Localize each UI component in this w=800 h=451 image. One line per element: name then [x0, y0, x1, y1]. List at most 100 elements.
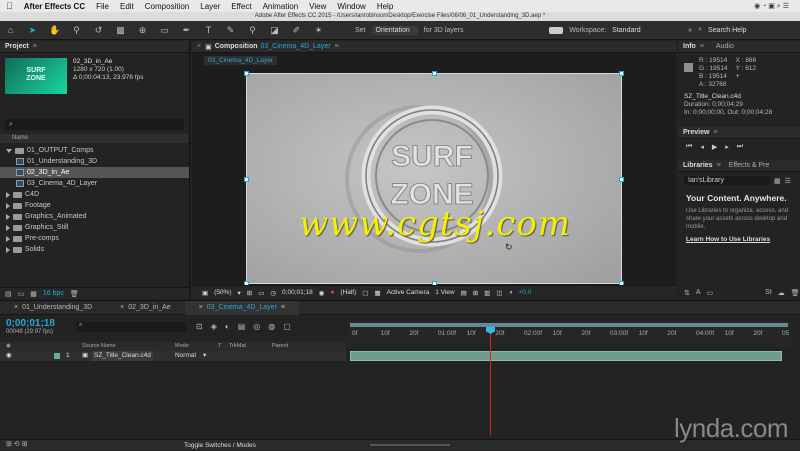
color-channel-icon[interactable]: ● [330, 289, 334, 296]
col-t[interactable]: T [218, 342, 221, 351]
folder-item[interactable]: Pre-comps [0, 233, 189, 244]
folder-item[interactable]: Footage [0, 200, 189, 211]
new-folder-icon[interactable]: ▭ [18, 290, 25, 298]
pen-tool-icon[interactable]: ✒ [181, 25, 192, 36]
playhead-line[interactable] [490, 329, 491, 435]
disclosure-closed-icon[interactable] [6, 191, 10, 198]
draft-3d-icon[interactable]: ◈ [211, 322, 217, 331]
panel-menu-icon[interactable]: ≡ [281, 304, 285, 311]
tab-libraries[interactable]: Libraries [683, 162, 713, 169]
disclosure-closed-icon[interactable] [6, 235, 10, 242]
col-name[interactable]: Name [12, 135, 28, 141]
col-source-name[interactable]: Source Name [82, 342, 116, 351]
list-view-icon[interactable]: ☰ [785, 177, 791, 185]
clone-tool-icon[interactable]: ⚲ [247, 25, 258, 36]
disclosure-open-icon[interactable] [6, 148, 12, 153]
disclosure-closed-icon[interactable] [6, 213, 10, 220]
orientation-dropdown[interactable]: Orientation [371, 25, 418, 35]
panel-menu-icon[interactable]: ≡ [713, 129, 717, 136]
close-icon[interactable]: × [120, 304, 124, 311]
handle-ml[interactable] [244, 177, 249, 182]
menu-animation[interactable]: Animation [263, 2, 299, 11]
exposure-value[interactable]: +0.0 [518, 289, 531, 296]
comp-item[interactable]: 03_Cinema_4D_Layer [0, 178, 189, 189]
footer-icons[interactable]: ⊞ ⟲ ⊞ [6, 440, 28, 448]
tab-info[interactable]: Info [683, 43, 696, 50]
grid-view-icon[interactable]: ▦ [774, 177, 781, 185]
folder-item[interactable]: C4D [0, 189, 189, 200]
time-ruler[interactable]: 0f 10f 20f 01:00f 10f 20f 02:00f 10f 20f 03:00f 10… [348, 321, 792, 347]
menu-view[interactable]: View [309, 2, 326, 11]
visibility-eye-icon[interactable]: ◉ [6, 351, 12, 361]
camera-icon[interactable]: ◉ [319, 289, 325, 297]
bpc-toggle[interactable]: 16 bpc [43, 290, 64, 297]
zoom-dropdown[interactable]: (50%) [214, 289, 231, 296]
comp-timecode[interactable]: 0;00;01;18 [282, 289, 313, 296]
layer-mode-dropdown[interactable]: Normal [175, 351, 196, 361]
layer-name[interactable]: SZ_Title_Clean.c4d [92, 351, 153, 361]
col-parent[interactable]: Parent [272, 342, 288, 351]
panel-menu-icon[interactable]: ≡ [33, 43, 37, 50]
close-icon[interactable]: × [197, 43, 201, 50]
eraser-tool-icon[interactable]: ◪ [269, 25, 280, 36]
tab-audio[interactable]: Audio [716, 43, 734, 50]
library-dropdown[interactable]: Ian'sLibrary [684, 176, 770, 185]
camera-dropdown[interactable]: Active Camera [387, 289, 430, 296]
interpret-footage-icon[interactable]: ▤ [5, 290, 12, 298]
col-trkmat[interactable]: TrkMat [229, 342, 246, 351]
apple-icon[interactable]:  [6, 1, 13, 11]
pan-behind-icon[interactable]: ⊕ [137, 25, 148, 36]
add-content-icon[interactable]: ⇅ [684, 289, 690, 297]
resolution-dropdown[interactable]: (Half) [340, 289, 356, 296]
rotate-tool-icon[interactable]: ↺ [93, 25, 104, 36]
search-help-icon[interactable]: ⌕ [698, 26, 702, 34]
work-area-bar[interactable] [350, 323, 788, 327]
cloud-icon[interactable]: ☁ [778, 289, 785, 297]
comp-item[interactable]: 01_Understanding_3D [0, 156, 189, 167]
transparency-grid-icon[interactable]: ▦ [374, 289, 380, 297]
layer-icon[interactable]: ▭ [707, 289, 714, 297]
folder-item[interactable]: Graphics_Animated [0, 211, 189, 222]
disclosure-closed-icon[interactable] [6, 246, 10, 253]
tab-02-3d-in-ae[interactable]: × 02_3D_in_Ae [106, 304, 185, 311]
snapshot-icon[interactable]: ◷ [270, 289, 276, 297]
tab-03-cinema-4d[interactable]: × 03_Cinema_4D_Layer ≡ [184, 300, 299, 315]
zoom-tool-icon[interactable]: ⚲ [71, 25, 82, 36]
roi-icon[interactable]: ▢ [362, 289, 368, 297]
home-icon[interactable]: ⌂ [5, 25, 16, 36]
text-icon[interactable]: A [696, 289, 701, 297]
menu-layer[interactable]: Layer [200, 2, 220, 11]
first-frame-icon[interactable]: ⏮ [686, 143, 692, 151]
zoom-slider[interactable] [370, 444, 450, 446]
comp-name[interactable]: 03_Cinema_4D_Layer [261, 43, 331, 50]
learn-libraries-link[interactable]: Learn How to Use Libraries [686, 236, 792, 243]
preview-title[interactable]: Preview [683, 129, 709, 136]
menu-help[interactable]: Help [377, 2, 393, 11]
table-row[interactable]: ◉ 1 ▣ SZ_Title_Clean.c4d Normal ▾ [0, 351, 346, 361]
project-search-input[interactable]: ⌕ [5, 119, 184, 130]
prev-frame-icon[interactable]: ◂ [700, 143, 704, 151]
comp-mini-flowchart-icon[interactable]: ⊡ [196, 322, 203, 331]
timeline-search-input[interactable]: ⌕ [76, 322, 186, 332]
app-menu[interactable]: After Effects CC [24, 2, 85, 11]
disclosure-closed-icon[interactable] [6, 202, 10, 209]
panel-menu-icon[interactable]: ≡ [717, 162, 721, 169]
graph-editor-icon[interactable]: ◍ [268, 322, 275, 331]
comp-viewer-tab[interactable]: 03_Cinema_4D_Layer [204, 56, 278, 65]
workspace-toggle-icon[interactable] [549, 26, 564, 34]
menu-window[interactable]: Window [337, 2, 365, 11]
panel-menu-icon[interactable]: ≡ [700, 43, 704, 50]
close-icon[interactable]: × [14, 304, 18, 311]
col-mode[interactable]: Mode [175, 342, 189, 351]
grid-icon[interactable]: ⊞ [247, 289, 252, 297]
close-icon[interactable]: × [199, 304, 203, 311]
search-help-field[interactable]: Search Help [708, 27, 800, 34]
label-color-swatch[interactable] [54, 353, 60, 359]
next-frame-icon[interactable]: ▸ [725, 143, 729, 151]
mask-tool-icon[interactable]: ▭ [159, 25, 170, 36]
mask-visibility-icon[interactable]: ▭ [258, 289, 264, 297]
handle-tr[interactable] [619, 71, 624, 76]
timeline-icon[interactable]: ◫ [496, 289, 502, 297]
handle-mr[interactable] [619, 177, 624, 182]
flowchart-icon[interactable]: ⊞ [473, 289, 478, 297]
